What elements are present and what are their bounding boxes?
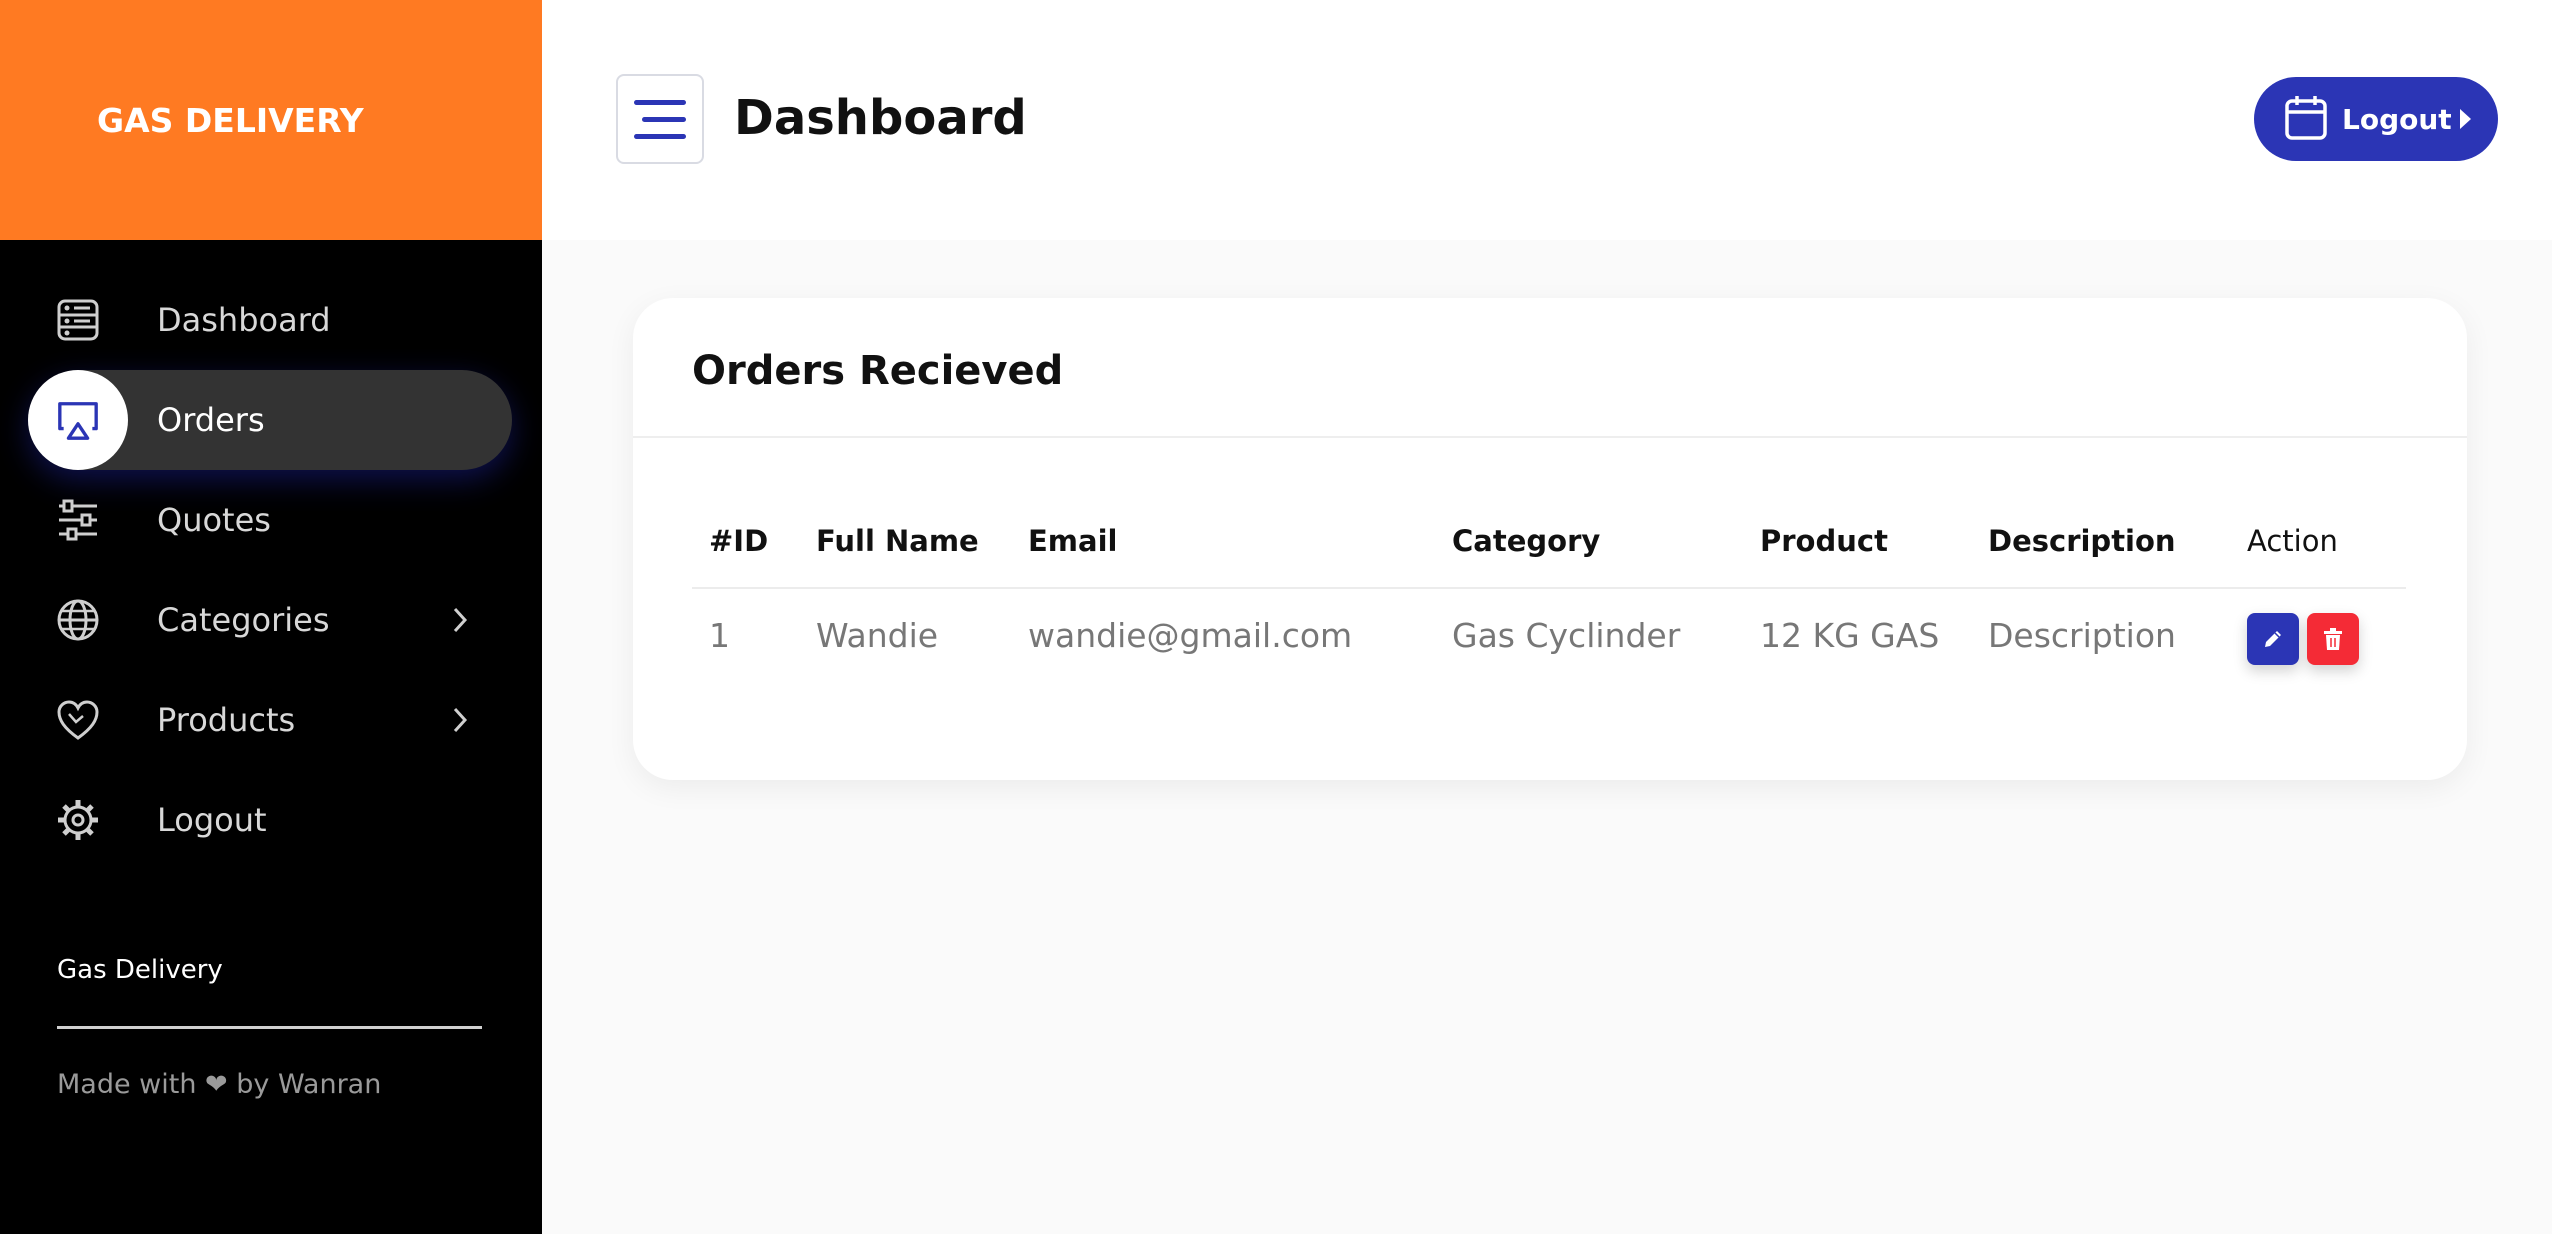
sidebar-item-label: Orders xyxy=(157,401,265,439)
cell-product: 12 KG GAS xyxy=(1760,616,1940,655)
chevron-right-icon xyxy=(448,703,472,737)
column-header-product: Product xyxy=(1760,524,1888,558)
sidebar-item-label: Dashboard xyxy=(157,301,331,339)
card-divider xyxy=(633,436,2467,438)
logout-button-label: Logout xyxy=(2342,103,2452,136)
column-header-category: Category xyxy=(1452,524,1601,558)
calendar-icon xyxy=(2284,94,2328,149)
gear-icon xyxy=(56,798,100,842)
cell-email: wandie@gmail.com xyxy=(1028,616,1353,655)
column-header-email: Email xyxy=(1028,524,1118,558)
chevron-right-icon xyxy=(448,603,472,637)
column-header-full-name: Full Name xyxy=(816,524,979,558)
sliders-icon xyxy=(56,498,100,542)
globe-icon xyxy=(56,598,100,642)
brand-logo-text[interactable]: GAS DELIVERY xyxy=(97,101,364,140)
column-header-description: Description xyxy=(1988,524,2176,558)
made-with-credit: Made with ❤ by Wanran xyxy=(57,1069,382,1100)
column-header-action: Action xyxy=(2247,524,2338,558)
logout-button[interactable]: Logout xyxy=(2254,77,2498,161)
hamburger-icon-line xyxy=(642,116,686,122)
top-bar: Dashboard Logout xyxy=(542,0,2552,240)
table-header-divider xyxy=(692,587,2406,589)
column-header-id: #ID xyxy=(709,524,769,558)
dashboard-icon xyxy=(56,298,100,342)
brand-header: GAS DELIVERY xyxy=(0,0,542,240)
caret-right-icon xyxy=(2460,109,2471,129)
hamburger-icon-line xyxy=(634,133,686,139)
orders-card: Orders Recieved #ID Full Name Email Cate… xyxy=(633,298,2467,780)
sidebar-item-dashboard[interactable]: Dashboard xyxy=(0,270,542,370)
sidebar-item-products[interactable]: Products xyxy=(0,670,542,770)
cell-category: Gas Cyclinder xyxy=(1452,616,1681,655)
sidebar-item-label: Quotes xyxy=(157,501,271,539)
sidebar-item-orders[interactable]: Orders xyxy=(0,370,542,470)
sidebar-item-logout[interactable]: Logout xyxy=(0,770,542,870)
sidebar-item-quotes[interactable]: Quotes xyxy=(0,470,542,570)
airplay-icon xyxy=(56,398,100,442)
hamburger-icon-line xyxy=(634,99,686,105)
pencil-icon xyxy=(2265,631,2281,647)
cell-full-name: Wandie xyxy=(816,616,939,655)
sidebar: GAS DELIVERY Dashboard Orders Quotes Cat… xyxy=(0,0,542,1234)
sidebar-divider xyxy=(57,1026,482,1029)
sidebar-footer-title: Gas Delivery xyxy=(57,955,223,985)
sidebar-nav: Dashboard Orders Quotes Categories Produ… xyxy=(0,240,542,870)
sidebar-item-label: Categories xyxy=(157,601,330,639)
sidebar-item-label: Logout xyxy=(157,801,267,839)
edit-button[interactable] xyxy=(2247,613,2299,665)
menu-toggle-button[interactable] xyxy=(616,74,704,164)
cell-id: 1 xyxy=(709,616,730,655)
page-title: Dashboard xyxy=(734,90,1027,146)
delete-button[interactable] xyxy=(2307,613,2359,665)
cell-description: Description xyxy=(1988,616,2176,655)
card-title: Orders Recieved xyxy=(692,348,1064,394)
trash-icon xyxy=(2324,628,2342,650)
sidebar-item-categories[interactable]: Categories xyxy=(0,570,542,670)
sidebar-item-label: Products xyxy=(157,701,296,739)
heart-icon xyxy=(56,698,100,742)
